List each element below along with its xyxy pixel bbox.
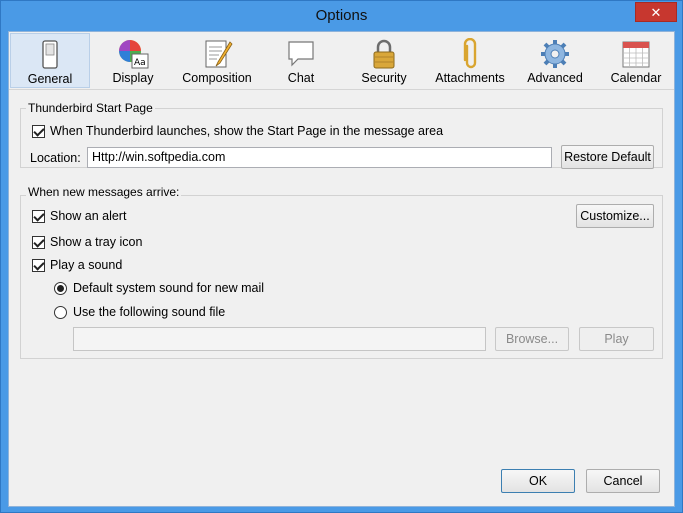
- tray-icon-label[interactable]: Show a tray icon: [50, 235, 142, 249]
- start-page-legend: Thunderbird Start Page: [26, 101, 155, 115]
- color-wheel-icon: Aa: [119, 40, 149, 69]
- tab-chat[interactable]: Chat: [261, 33, 341, 88]
- close-button[interactable]: ✕: [635, 2, 677, 22]
- options-pane: General Aa Display Composition Chat Secu…: [8, 31, 675, 507]
- tab-attachments[interactable]: Attachments: [427, 33, 513, 88]
- play-button[interactable]: Play: [579, 327, 654, 351]
- location-input[interactable]: Http://win.softpedia.com: [87, 147, 552, 168]
- tab-advanced[interactable]: Advanced: [515, 33, 595, 88]
- pencil-paper-icon: [205, 40, 233, 68]
- show-start-page-checkbox[interactable]: [32, 125, 45, 138]
- category-toolbar: General Aa Display Composition Chat Secu…: [9, 32, 674, 89]
- paperclip-icon: [463, 38, 477, 69]
- play-sound-checkbox[interactable]: [32, 259, 45, 272]
- tab-label: General: [27, 72, 73, 86]
- play-sound-label[interactable]: Play a sound: [50, 258, 122, 272]
- tab-composition[interactable]: Composition: [176, 33, 258, 88]
- customize-button[interactable]: Customize...: [576, 204, 654, 228]
- custom-sound-radio[interactable]: [54, 306, 67, 319]
- tab-label: Advanced: [527, 71, 583, 85]
- title-bar[interactable]: Options ✕: [1, 1, 682, 31]
- gear-icon: [541, 40, 569, 68]
- tab-label: Chat: [287, 71, 315, 85]
- tab-security[interactable]: Security: [344, 33, 424, 88]
- tab-general[interactable]: General: [10, 33, 90, 88]
- ok-button[interactable]: OK: [501, 469, 575, 493]
- calendar-icon: [622, 41, 650, 68]
- browse-button[interactable]: Browse...: [495, 327, 569, 351]
- tray-icon-checkbox[interactable]: [32, 236, 45, 249]
- window-title: Options: [315, 7, 368, 24]
- tab-label: Calendar: [610, 71, 662, 85]
- cancel-button[interactable]: Cancel: [586, 469, 660, 493]
- tab-label: Attachments: [435, 71, 505, 85]
- tab-label: Security: [361, 71, 407, 85]
- show-start-page-label[interactable]: When Thunderbird launches, show the Star…: [50, 124, 443, 138]
- show-alert-checkbox[interactable]: [32, 210, 45, 223]
- switch-icon: [42, 40, 58, 69]
- default-sound-radio[interactable]: [54, 282, 67, 295]
- new-messages-legend: When new messages arrive:: [26, 185, 182, 199]
- tab-label: Composition: [182, 71, 252, 85]
- speech-bubble-icon: [288, 41, 314, 67]
- default-sound-label[interactable]: Default system sound for new mail: [73, 281, 264, 295]
- location-label: Location:: [30, 151, 81, 165]
- svg-text:Aa: Aa: [134, 58, 146, 68]
- padlock-icon: [373, 39, 395, 69]
- sound-file-input[interactable]: [73, 327, 486, 351]
- options-window: Options ✕ General Aa Display Composition…: [0, 0, 683, 513]
- toolbar-divider: [9, 89, 674, 90]
- tab-display[interactable]: Aa Display: [93, 33, 173, 88]
- restore-default-button[interactable]: Restore Default: [561, 145, 654, 169]
- tab-label: Display: [112, 71, 154, 85]
- custom-sound-label[interactable]: Use the following sound file: [73, 305, 225, 319]
- show-alert-label[interactable]: Show an alert: [50, 209, 126, 223]
- tab-calendar[interactable]: Calendar: [597, 33, 675, 88]
